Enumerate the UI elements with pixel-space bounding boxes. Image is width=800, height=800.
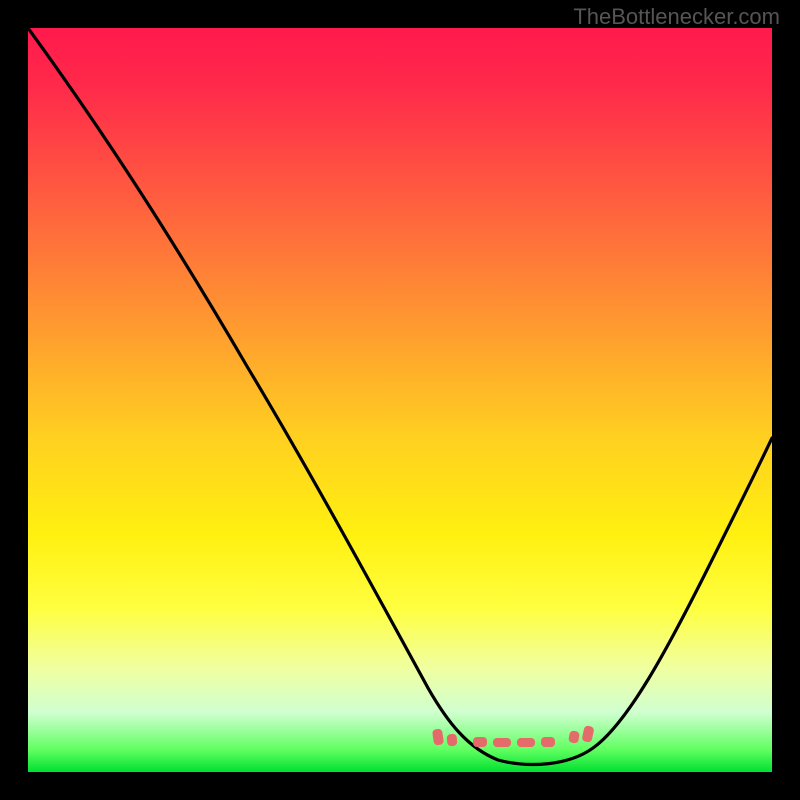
watermark-text: TheBottlenecker.com <box>573 4 780 30</box>
bottleneck-curve <box>28 28 772 772</box>
plot-area <box>28 28 772 772</box>
curve-path <box>28 28 772 764</box>
